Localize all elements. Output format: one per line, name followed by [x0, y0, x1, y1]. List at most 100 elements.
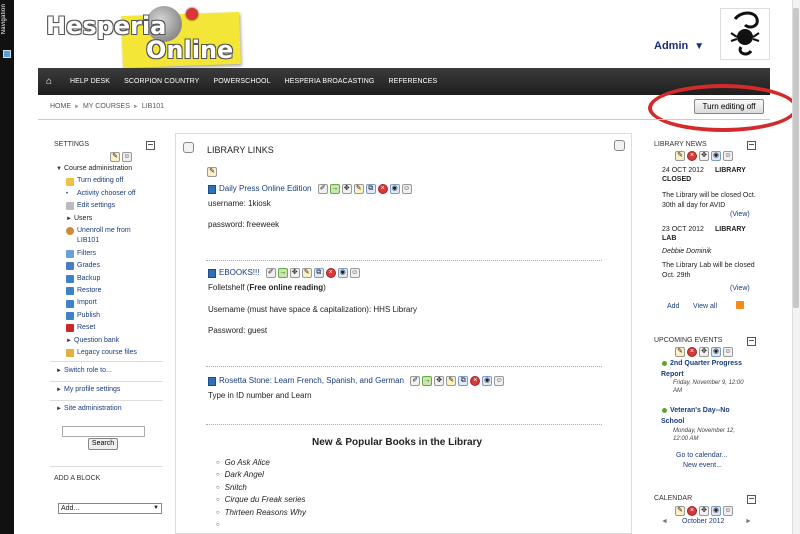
next-month-icon[interactable]: ► — [745, 518, 752, 525]
move-icon[interactable]: ✥ — [699, 506, 709, 516]
scrollbar-thumb[interactable] — [793, 8, 799, 308]
course-admin-label[interactable]: Course administration — [64, 163, 132, 175]
breadcrumb-course[interactable]: LIB101 — [142, 103, 164, 110]
edit-title-icon[interactable]: ✐ — [317, 184, 328, 194]
eye-icon[interactable]: ◉ — [711, 151, 721, 161]
nav-powerschool[interactable]: POWERSCHOOL — [213, 78, 270, 85]
duplicate-icon[interactable]: ⧉ — [458, 376, 469, 386]
update-icon[interactable]: ✎ — [301, 268, 312, 278]
event-link[interactable]: Veteran's Day--No — [662, 407, 730, 414]
breadcrumb-my-courses[interactable]: MY COURSES — [83, 103, 130, 110]
settings-item[interactable]: Legacy course files — [56, 347, 166, 359]
eye-icon[interactable]: ◉ — [482, 376, 493, 386]
edit-summary-icon[interactable]: ✎ — [207, 167, 217, 177]
move-icon[interactable]: ✥ — [699, 151, 709, 161]
navigation-dock[interactable]: Navigation — [0, 0, 14, 534]
configure-icon[interactable]: ✎ — [675, 506, 685, 516]
settings-item-label[interactable]: Import — [77, 297, 97, 309]
settings-item[interactable]: • Activity chooser off — [56, 188, 166, 200]
settings-item[interactable]: Import — [56, 297, 166, 309]
move-icon[interactable]: ✥ — [699, 347, 709, 357]
nav-hesperia-broacasting[interactable]: HESPERIA BROACASTING — [285, 78, 375, 85]
assign-roles-icon[interactable]: ☺ — [723, 151, 733, 161]
assign-roles-icon[interactable]: ☺ — [401, 184, 412, 194]
nav-help-desk[interactable]: HELP DESK — [70, 78, 110, 85]
settings-item-label[interactable]: Legacy course files — [77, 347, 137, 359]
move-right-icon[interactable]: → — [329, 184, 340, 194]
settings-item-label[interactable]: Users — [74, 213, 92, 225]
section-visibility-checkbox[interactable] — [614, 140, 625, 151]
settings-item-label[interactable]: Activity chooser off — [77, 188, 136, 200]
site-admin-label[interactable]: Site administration — [64, 403, 122, 415]
configure-icon[interactable]: ✎ — [675, 151, 685, 161]
eye-icon[interactable]: ◉ — [711, 506, 721, 516]
user-name[interactable]: Admin — [654, 40, 688, 52]
section-highlight-checkbox[interactable] — [183, 142, 194, 153]
settings-item-label[interactable]: Publish — [77, 310, 100, 322]
view-all-link[interactable]: View all — [693, 303, 717, 310]
new-event-link[interactable]: New event... — [683, 462, 722, 469]
resource-link[interactable]: EBOOKS!!! — [219, 268, 259, 277]
move-icon[interactable]: ✥ — [289, 268, 300, 278]
configure-icon[interactable]: ✎ — [110, 152, 120, 162]
event-link[interactable]: 2nd Quarter Progress — [662, 360, 742, 367]
turn-editing-off-button[interactable]: Turn editing off — [694, 99, 764, 114]
go-to-calendar-link[interactable]: Go to calendar... — [676, 452, 727, 459]
settings-item-label[interactable]: Restore — [77, 285, 102, 297]
update-icon[interactable]: ✎ — [353, 184, 364, 194]
user-menu-caret-icon[interactable]: ▼ — [694, 41, 704, 52]
course-admin-node[interactable]: ▼ Course administration — [56, 163, 166, 175]
settings-item[interactable]: Backup — [56, 273, 166, 285]
settings-item[interactable]: ► Question bank — [56, 335, 166, 347]
profile-settings-node[interactable]: ► My profile settings — [56, 384, 120, 396]
dock-block-icon[interactable] — [3, 50, 11, 58]
settings-item[interactable]: ► Users — [56, 213, 166, 225]
dock-block-icon[interactable] — [747, 495, 756, 504]
settings-item[interactable]: Grades — [56, 260, 166, 272]
news-view-link[interactable]: (View) — [730, 285, 750, 292]
delete-icon[interactable]: × — [687, 347, 697, 357]
move-right-icon[interactable]: → — [422, 376, 433, 386]
dock-block-icon[interactable] — [747, 337, 756, 346]
site-logo[interactable]: Hesperia Online — [42, 6, 241, 69]
news-view-link[interactable]: (View) — [730, 211, 750, 218]
settings-item-label[interactable]: LIB101 — [77, 235, 99, 247]
configure-icon[interactable]: ✎ — [675, 347, 685, 357]
dock-block-icon[interactable] — [146, 141, 155, 150]
assign-roles-icon[interactable]: ☺ — [723, 347, 733, 357]
resource-link[interactable]: Daily Press Online Edition — [219, 184, 311, 193]
prev-month-icon[interactable]: ◄ — [661, 518, 668, 525]
add-block-select-value[interactable]: Add... — [61, 505, 79, 512]
profile-settings-label[interactable]: My profile settings — [64, 384, 120, 396]
resource-link[interactable]: Rosetta Stone: Learn French, Spanish, an… — [219, 376, 404, 385]
search-button[interactable]: Search — [88, 438, 118, 450]
edit-title-icon[interactable]: ✐ — [410, 376, 421, 386]
delete-icon[interactable]: × — [470, 376, 481, 386]
nav-references[interactable]: REFERENCES — [388, 78, 437, 85]
add-news-link[interactable]: Add — [667, 303, 679, 310]
calendar-month[interactable]: October 2012 — [682, 518, 724, 525]
rss-icon[interactable] — [736, 301, 744, 309]
settings-item-label[interactable]: Reset — [77, 322, 95, 334]
duplicate-icon[interactable]: ⧉ — [365, 184, 376, 194]
update-icon[interactable]: ✎ — [446, 376, 457, 386]
delete-icon[interactable]: × — [377, 184, 388, 194]
settings-item[interactable]: Filters — [56, 248, 166, 260]
eye-icon[interactable]: ◉ — [711, 347, 721, 357]
delete-icon[interactable]: × — [325, 268, 336, 278]
settings-item-label[interactable]: Filters — [77, 248, 96, 260]
user-menu[interactable]: Admin ▼ — [654, 40, 704, 52]
assign-roles-icon[interactable]: ☺ — [122, 152, 132, 162]
settings-item-label[interactable]: Edit settings — [77, 200, 115, 212]
add-block-select[interactable]: Add... ▼ — [58, 503, 162, 514]
assign-roles-icon[interactable]: ☺ — [723, 506, 733, 516]
settings-item-label[interactable]: Turn editing off — [77, 175, 123, 187]
settings-item[interactable]: Turn editing off — [56, 175, 166, 187]
nav-scorpion-country[interactable]: SCORPION COUNTRY — [124, 78, 199, 85]
duplicate-icon[interactable]: ⧉ — [313, 268, 324, 278]
home-icon[interactable]: ⌂ — [46, 76, 56, 86]
site-admin-node[interactable]: ► Site administration — [56, 403, 122, 415]
settings-item-label[interactable]: Question bank — [74, 335, 119, 347]
settings-item-label[interactable]: Grades — [77, 260, 100, 272]
dock-block-icon[interactable] — [747, 141, 756, 150]
